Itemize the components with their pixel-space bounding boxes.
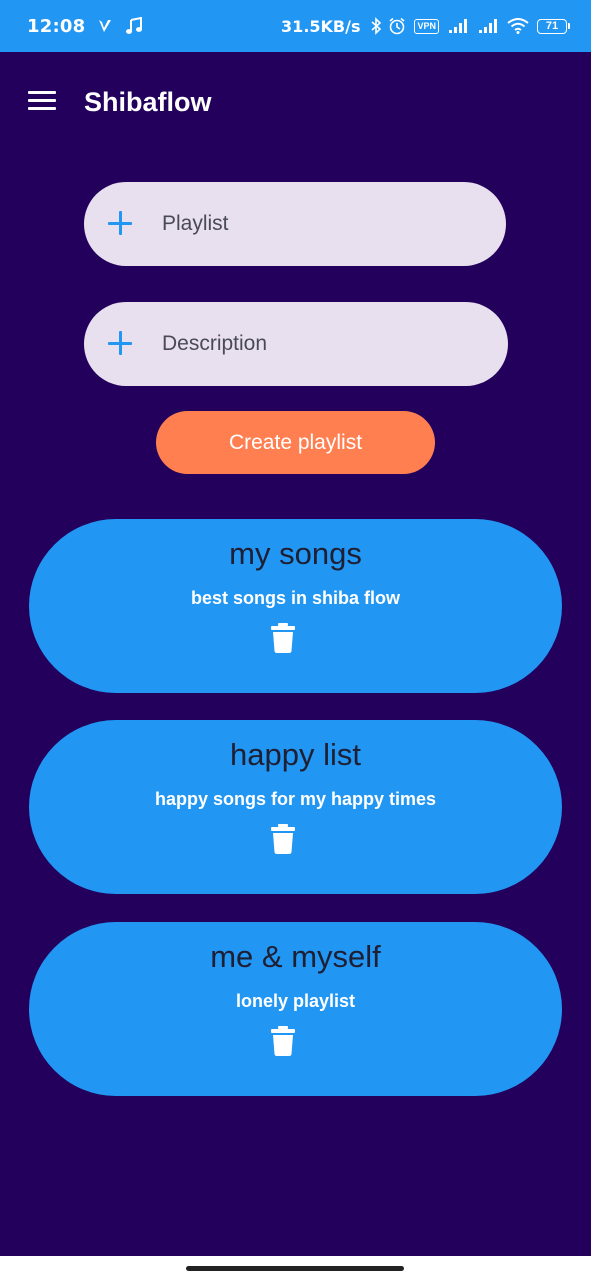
wifi-icon <box>507 18 529 34</box>
v-logo-icon <box>99 20 112 32</box>
status-left-group: 12:08 <box>27 0 143 52</box>
create-playlist-button[interactable]: Create playlist <box>156 411 435 474</box>
plus-icon <box>108 331 132 355</box>
home-gesture-handle[interactable] <box>186 1266 404 1271</box>
playlist-name-field[interactable] <box>84 182 506 266</box>
hamburger-menu-icon[interactable] <box>28 91 56 111</box>
alarm-icon <box>389 17 405 35</box>
app-container: Shibaflow Create playlist my songs best … <box>0 52 591 1256</box>
status-bar: 12:08 31.5KB/s VPN 71 <box>0 0 591 52</box>
system-nav-bar <box>0 1256 591 1280</box>
trash-icon[interactable] <box>271 1026 295 1056</box>
playlist-card[interactable]: happy list happy songs for my happy time… <box>29 720 562 894</box>
status-right-group: 31.5KB/s VPN 71 <box>281 0 570 52</box>
playlist-name-input[interactable] <box>162 182 482 266</box>
playlist-description: best songs in shiba flow <box>190 588 401 608</box>
bluetooth-icon <box>371 17 382 35</box>
battery-level: 71 <box>545 20 559 32</box>
network-speed: 31.5KB/s <box>281 16 361 36</box>
battery-icon: 71 <box>537 18 570 34</box>
trash-icon[interactable] <box>271 824 295 854</box>
description-field[interactable] <box>84 302 508 386</box>
vpn-badge: VPN <box>414 18 439 34</box>
playlist-card[interactable]: me & myself lonely playlist <box>29 922 562 1096</box>
signal-icon <box>479 19 497 33</box>
playlist-name: happy list <box>230 737 361 772</box>
status-time: 12:08 <box>27 15 86 37</box>
app-title: Shibaflow <box>84 87 212 117</box>
playlist-name: me & myself <box>210 939 381 974</box>
playlist-description: lonely playlist <box>235 991 356 1011</box>
signal-icon <box>449 19 467 33</box>
playlist-name: my songs <box>229 536 362 571</box>
playlist-card[interactable]: my songs best songs in shiba flow <box>29 519 562 693</box>
music-note-icon <box>126 17 143 34</box>
plus-icon <box>108 211 132 235</box>
playlist-description: happy songs for my happy times <box>154 789 437 809</box>
trash-icon[interactable] <box>271 623 295 653</box>
description-input[interactable] <box>162 302 482 386</box>
